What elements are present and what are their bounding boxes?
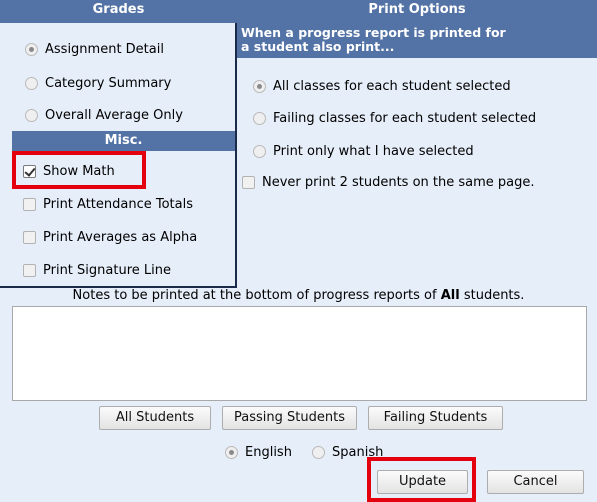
radio-label: Print only what I have selected [273,144,474,159]
checkbox[interactable] [23,231,36,244]
radio-button[interactable] [225,446,238,459]
print-options-subheader: When a progress report is printed for a … [237,23,597,58]
notes-label-bold: All [440,288,460,303]
checkbox-label: Print Averages as Alpha [43,230,198,245]
checkbox[interactable] [23,198,36,211]
checkbox[interactable] [242,176,255,189]
radio-button[interactable] [253,80,266,93]
highlight-update [367,457,476,502]
radio-overall-average-only[interactable]: Overall Average Only [25,108,183,123]
passing-students-button[interactable]: Passing Students [222,406,357,430]
radio-button[interactable] [25,77,38,90]
radio-label: All classes for each student selected [273,79,511,94]
radio-category-summary[interactable]: Category Summary [25,76,171,91]
notes-label: Notes to be printed at the bottom of pro… [0,288,597,303]
radio-label: Assignment Detail [45,42,164,57]
subheader-line1: When a progress report is printed for [241,25,506,40]
notes-label-suffix: students. [459,288,525,303]
radio-button[interactable] [253,145,266,158]
misc-header: Misc. [12,131,235,151]
checkbox-print-attendance-totals[interactable]: Print Attendance Totals [23,197,193,212]
radio-label: Category Summary [45,76,172,91]
checkbox-label: Print Signature Line [43,263,171,278]
checkbox-label: Never print 2 students on the same page. [262,175,535,190]
radio-all-classes[interactable]: All classes for each student selected [253,79,511,94]
radio-failing-classes[interactable]: Failing classes for each student selecte… [253,111,536,126]
all-students-button[interactable]: All Students [99,406,211,430]
radio-button[interactable] [25,43,38,56]
subheader-line2: a student also print... [241,39,395,54]
notes-label-prefix: Notes to be printed at the bottom of pro… [72,288,441,303]
print-options-header: Print Options [237,0,597,23]
checkbox-print-averages-as-alpha[interactable]: Print Averages as Alpha [23,230,197,245]
radio-button[interactable] [312,446,325,459]
grades-header: Grades [0,0,237,23]
radio-print-only-selected[interactable]: Print only what I have selected [253,144,474,159]
cancel-button[interactable]: Cancel [487,470,584,494]
highlight-show-math [12,151,146,189]
notes-textarea[interactable] [12,306,587,401]
radio-label: Failing classes for each student selecte… [273,111,537,126]
radio-assignment-detail[interactable]: Assignment Detail [25,42,164,57]
checkbox[interactable] [23,264,36,277]
checkbox-label: Print Attendance Totals [43,197,194,212]
failing-students-button[interactable]: Failing Students [368,406,503,430]
radio-button[interactable] [25,109,38,122]
checkbox-print-signature-line[interactable]: Print Signature Line [23,263,171,278]
radio-label: Overall Average Only [45,108,183,123]
checkbox-never-print-two[interactable]: Never print 2 students on the same page. [242,175,535,190]
radio-button[interactable] [253,112,266,125]
radio-label: English [245,445,292,460]
radio-english[interactable]: English [225,445,292,460]
